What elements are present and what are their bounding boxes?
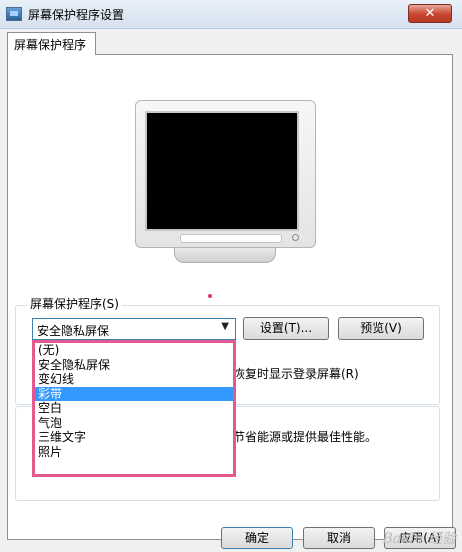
dropdown-option[interactable]: 三维文字 [35, 430, 233, 445]
power-led-icon [292, 234, 299, 241]
dropdown-option-highlighted[interactable]: 彩带 [35, 386, 233, 401]
watermark-logo: Baidu 经验 [382, 531, 456, 547]
dropdown-option[interactable]: 安全隐私屏保 [35, 358, 233, 373]
resume-logon-label: 恢复时显示登录屏幕(R) [233, 367, 359, 381]
screensaver-dropdown-list: (无) 安全隐私屏保 变幻线 彩带 空白 气泡 三维文字 照片 [32, 340, 236, 477]
screensaver-group-label: 屏幕保护程序(S) [27, 295, 122, 312]
preview-button[interactable]: 预览(V) [338, 317, 424, 340]
monitor-bezel-bar [180, 234, 282, 243]
screensaver-select[interactable]: 安全隐私屏保 ▼ [32, 318, 236, 340]
cancel-button[interactable]: 取消 [303, 527, 375, 549]
dropdown-option[interactable]: 变幻线 [35, 372, 233, 387]
close-icon: ✕ [424, 6, 436, 21]
preview-screen [145, 111, 299, 231]
dropdown-option[interactable]: 气泡 [35, 416, 233, 431]
tab-screensaver[interactable]: 屏幕保护程序 [7, 32, 96, 55]
chevron-down-icon: ▼ [221, 321, 229, 332]
monitor-stand [174, 248, 276, 263]
window-title: 屏幕保护程序设置 [28, 8, 125, 22]
close-button[interactable]: ✕ [408, 4, 452, 23]
annotation-dot [208, 294, 212, 298]
dropdown-option[interactable]: (无) [35, 343, 233, 358]
ok-button[interactable]: 确定 [221, 527, 293, 549]
dropdown-option[interactable]: 照片 [35, 445, 233, 460]
screensaver-app-icon [6, 7, 22, 21]
power-description: 节省能源或提供最佳性能。 [233, 430, 378, 444]
monitor-preview [135, 100, 316, 248]
title-bar: 屏幕保护程序设置 ✕ [0, 0, 462, 29]
screensaver-select-value: 安全隐私屏保 [37, 324, 110, 338]
settings-button[interactable]: 设置(T)... [243, 317, 329, 340]
dropdown-option[interactable]: 空白 [35, 401, 233, 416]
window-body: 屏幕保护程序 屏幕保护程序(S) 安全隐私屏保 ▼ 设置(T)... 预览(V)… [0, 29, 462, 552]
